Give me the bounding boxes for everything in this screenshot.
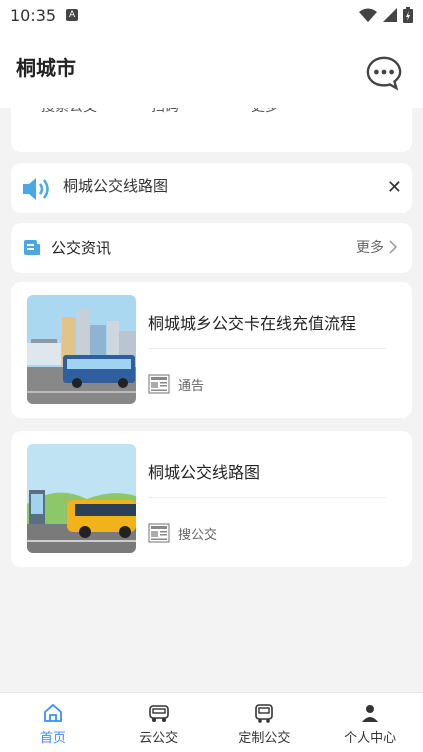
news-icon bbox=[148, 523, 170, 543]
tab-label: 云公交 bbox=[139, 731, 179, 746]
article-title[interactable]: 桐城城乡公交卡在线充值流程 bbox=[148, 310, 356, 334]
home-icon bbox=[43, 703, 62, 722]
signal-icon bbox=[383, 8, 397, 22]
close-icon[interactable]: ✕ bbox=[387, 177, 402, 198]
notice-text[interactable]: 桐城公交线路图 bbox=[63, 175, 168, 196]
quick-action-label[interactable]: 更多 bbox=[251, 108, 279, 116]
article-source: 搜公交 bbox=[148, 523, 217, 543]
news-article-card[interactable]: 桐城公交线路图 搜公交 bbox=[11, 431, 412, 567]
news-section-title: 公交资讯 bbox=[51, 239, 112, 257]
tab-label: 首页 bbox=[39, 731, 66, 746]
status-bar: 10:35 A bbox=[0, 0, 423, 30]
quick-action-label[interactable]: 搜索公交 bbox=[41, 108, 97, 116]
article-title[interactable]: 桐城公交线路图 bbox=[148, 459, 260, 483]
person-icon bbox=[362, 705, 379, 722]
message-icon[interactable] bbox=[365, 54, 403, 92]
article-source: 通告 bbox=[148, 374, 204, 394]
tab-label: 个人中心 bbox=[344, 731, 397, 746]
news-section-header: 公交资讯 更多 bbox=[11, 223, 412, 273]
tab-home[interactable]: 首页 bbox=[0, 693, 106, 752]
article-source-label: 搜公交 bbox=[178, 527, 218, 543]
article-thumbnail bbox=[27, 444, 136, 553]
news-list-icon bbox=[24, 240, 40, 255]
city-selector[interactable]: 桐城市 bbox=[16, 52, 76, 81]
news-icon bbox=[148, 374, 170, 394]
custom-bus-icon bbox=[255, 704, 274, 723]
divider bbox=[148, 497, 386, 498]
quick-actions-card: 搜索公交 扫码 更多 bbox=[11, 108, 412, 152]
speaker-icon bbox=[23, 178, 49, 200]
battery-icon bbox=[403, 7, 413, 23]
more-button[interactable]: 更多 bbox=[356, 237, 398, 257]
tab-profile[interactable]: 个人中心 bbox=[317, 693, 423, 752]
quick-action-label[interactable]: 扫码 bbox=[151, 108, 179, 116]
tab-custom-bus[interactable]: 定制公交 bbox=[212, 693, 318, 752]
wifi-icon bbox=[359, 8, 377, 22]
chevron-right-icon bbox=[389, 240, 398, 254]
tab-cloud-bus[interactable]: 云公交 bbox=[106, 693, 212, 752]
notification-a-icon: A bbox=[66, 9, 79, 21]
status-time: 10:35 bbox=[10, 5, 57, 25]
article-source-label: 通告 bbox=[178, 378, 205, 394]
divider bbox=[148, 348, 386, 349]
app-header: 桐城市 bbox=[0, 30, 423, 108]
tab-label: 定制公交 bbox=[238, 731, 291, 746]
bus-icon bbox=[148, 705, 169, 722]
news-article-card[interactable]: 桐城城乡公交卡在线充值流程 通告 bbox=[11, 282, 412, 418]
article-thumbnail bbox=[27, 295, 136, 404]
more-label: 更多 bbox=[356, 240, 384, 256]
notice-bar[interactable]: 桐城公交线路图 ✕ bbox=[11, 163, 412, 213]
bottom-tab-bar: 首页 云公交 定制公交 个人中心 bbox=[0, 692, 423, 752]
